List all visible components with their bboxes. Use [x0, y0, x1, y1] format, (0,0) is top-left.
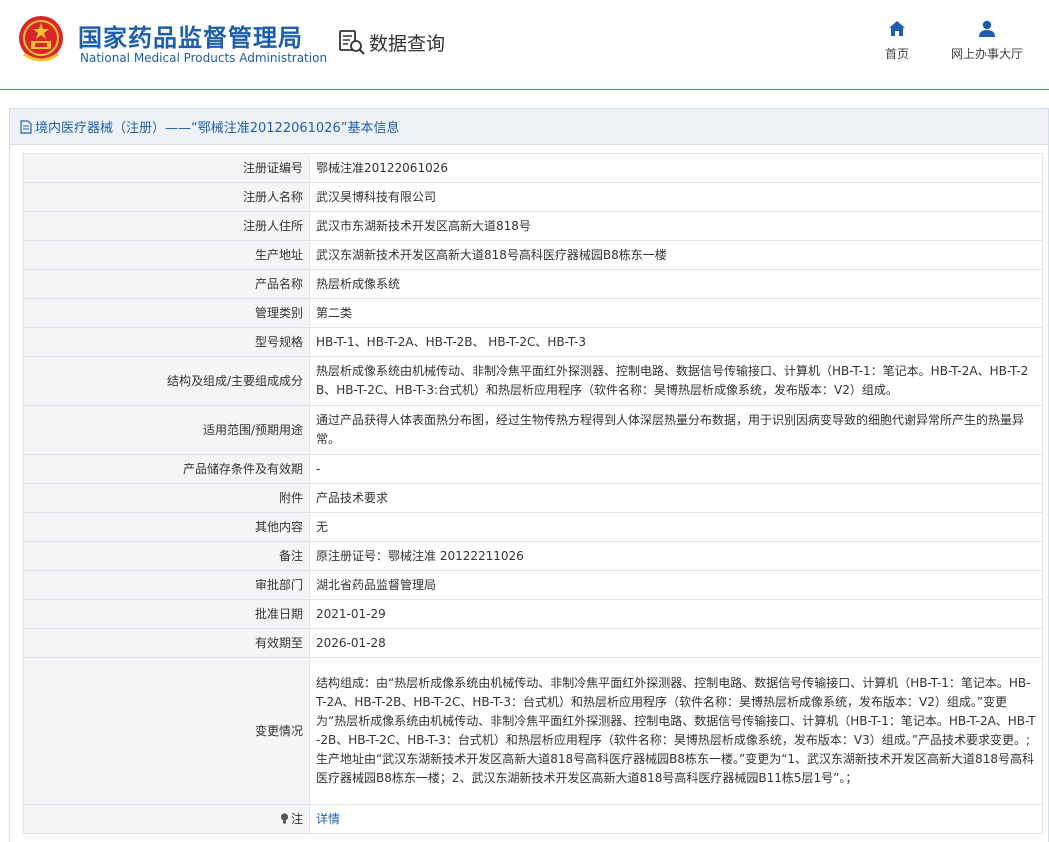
table-row: 注 详情 — [23, 804, 1043, 834]
row-value: 热层析成像系统 — [309, 269, 1043, 299]
table-row: 变更情况 结构组成：由“热层析成像系统由机械传动、非制冷焦平面红外探测器、控制电… — [23, 657, 1043, 805]
row-value: 结构组成：由“热层析成像系统由机械传动、非制冷焦平面红外探测器、控制电路、数据信… — [309, 657, 1043, 805]
nav-home-label: 首页 — [884, 47, 909, 61]
row-value: 湖北省药品监督管理局 — [309, 570, 1043, 600]
nav-home-button[interactable]: 首页 — [872, 20, 922, 62]
panel-title-bar: 境内医疗器械（注册）——“鄂械注准20122061026”基本信息 — [10, 109, 1048, 145]
row-label: 变更情况 — [23, 657, 310, 805]
lightbulb-icon — [280, 812, 289, 823]
row-value: 武汉昊博科技有限公司 — [309, 182, 1043, 212]
agency-name-en: National Medical Products Administration — [80, 51, 328, 65]
row-label: 注册人名称 — [23, 182, 310, 212]
table-row: 结构及组成/主要组成成分 热层析成像系统由机械传动、非制冷焦平面红外探测器、控制… — [23, 356, 1043, 406]
table-row: 产品名称 热层析成像系统 — [23, 269, 1043, 299]
row-value: 通过产品获得人体表面热分布图，经过生物传热方程得到人体深层热量分布数据，用于识别… — [309, 405, 1043, 455]
row-label: 注册证编号 — [23, 153, 310, 183]
nav-service-hall-button[interactable]: 网上办事大厅 — [942, 20, 1032, 62]
row-label: 适用范围/预期用途 — [23, 405, 310, 455]
row-label: 产品名称 — [23, 269, 310, 299]
row-label: 型号规格 — [23, 327, 310, 357]
table-row: 批准日期 2021-01-29 — [23, 599, 1043, 629]
note-label-cell: 注 — [23, 804, 310, 834]
row-value: 热层析成像系统由机械传动、非制冷焦平面红外探测器、控制电路、数据信号传输接口、计… — [309, 356, 1043, 406]
row-label: 注册人住所 — [23, 211, 310, 241]
detail-link[interactable]: 详情 — [316, 812, 340, 826]
national-emblem-icon — [19, 16, 63, 62]
agency-name-cn: 国家药品监督管理局 — [78, 24, 303, 52]
row-label: 附件 — [23, 483, 310, 513]
table-row: 备注 原注册证号：鄂械注准 20122211026 — [23, 541, 1043, 571]
row-value: 详情 — [309, 804, 1043, 834]
row-label: 其他内容 — [23, 512, 310, 542]
table-row: 注册证编号 鄂械注准20122061026 — [23, 153, 1043, 183]
note-label: 注 — [290, 811, 303, 826]
table-row: 管理类别 第二类 — [23, 298, 1043, 328]
row-value: 第二类 — [309, 298, 1043, 328]
row-value: 鄂械注准20122061026 — [309, 153, 1043, 183]
row-value: - — [309, 454, 1043, 484]
site-header: 国家药品监督管理局 National Medical Products Admi… — [0, 0, 1049, 90]
row-label: 结构及组成/主要组成成分 — [23, 356, 310, 406]
table-row: 其他内容 无 — [23, 512, 1043, 542]
table-row: 附件 产品技术要求 — [23, 483, 1043, 513]
table-row: 型号规格 HB-T-1、HB-T-2A、HB-T-2B、 HB-T-2C、HB-… — [23, 327, 1043, 357]
row-value: 武汉市东湖新技术开发区高新大道818号 — [309, 211, 1043, 241]
home-icon — [889, 21, 905, 36]
document-search-icon — [339, 30, 365, 55]
row-label: 审批部门 — [23, 570, 310, 600]
nav-service-hall-label: 网上办事大厅 — [950, 47, 1023, 61]
table-row: 生产地址 武汉东湖新技术开发区高新大道818号高科医疗器械园B8栋东一楼 — [23, 240, 1043, 270]
data-query-link[interactable]: 数据查询 — [338, 28, 445, 56]
table-row: 适用范围/预期用途 通过产品获得人体表面热分布图，经过生物传热方程得到人体深层热… — [23, 405, 1043, 455]
row-value: 无 — [309, 512, 1043, 542]
row-value: 2021-01-29 — [309, 599, 1043, 629]
table-row: 注册人住所 武汉市东湖新技术开发区高新大道818号 — [23, 211, 1043, 241]
row-label: 备注 — [23, 541, 310, 571]
row-value: 原注册证号：鄂械注准 20122211026 — [309, 541, 1043, 571]
document-icon — [20, 119, 32, 134]
row-label: 有效期至 — [23, 628, 310, 658]
row-label: 生产地址 — [23, 240, 310, 270]
row-value: 产品技术要求 — [309, 483, 1043, 513]
table-row: 产品储存条件及有效期 - — [23, 454, 1043, 484]
table-row: 审批部门 湖北省药品监督管理局 — [23, 570, 1043, 600]
table-row: 注册人名称 武汉昊博科技有限公司 — [23, 182, 1043, 212]
panel-title: 境内医疗器械（注册）——“鄂械注准20122061026”基本信息 — [35, 121, 400, 136]
row-value: 2026-01-28 — [309, 628, 1043, 658]
data-query-label: 数据查询 — [369, 32, 446, 55]
row-label: 批准日期 — [23, 599, 310, 629]
row-label: 管理类别 — [23, 298, 310, 328]
row-value: 武汉东湖新技术开发区高新大道818号高科医疗器械园B8栋东一楼 — [309, 240, 1043, 270]
table-row: 有效期至 2026-01-28 — [23, 628, 1043, 658]
user-icon — [979, 20, 995, 37]
row-label: 产品储存条件及有效期 — [23, 454, 310, 484]
detail-panel: 境内医疗器械（注册）——“鄂械注准20122061026”基本信息 注册证编号 … — [9, 108, 1049, 842]
row-value: HB-T-1、HB-T-2A、HB-T-2B、 HB-T-2C、HB-T-3 — [309, 327, 1043, 357]
registration-info-table: 注册证编号 鄂械注准20122061026 注册人名称 武汉昊博科技有限公司 注… — [23, 153, 1043, 834]
